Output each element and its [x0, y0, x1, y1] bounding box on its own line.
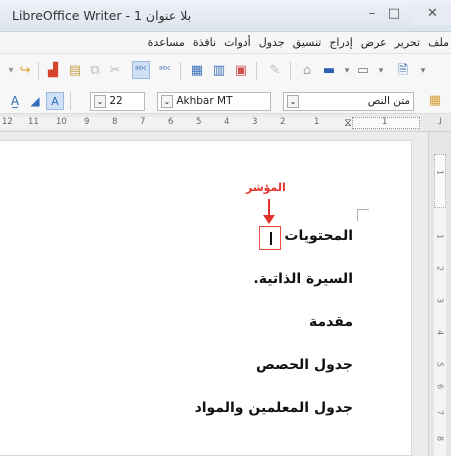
menu-view[interactable]: عرض — [361, 36, 387, 49]
new-document-icon[interactable]: 🗎 — [394, 62, 412, 80]
menu-format[interactable]: تنسيق — [293, 36, 322, 49]
tab-stop-icon[interactable]: ˩ — [437, 116, 442, 127]
chevron-down-icon[interactable]: ⌄ — [94, 94, 106, 108]
paragraph-style-combo[interactable]: متن النص ⌄ — [283, 92, 414, 111]
font-name-combo[interactable]: ⌄ Akhbar MT — [157, 92, 271, 111]
sidebar-icon[interactable]: ▦ — [426, 92, 444, 110]
document-line[interactable]: جدول الحصص — [256, 357, 353, 373]
formatting-toolbar: A̲ ◢ A ⌄ 22 ⌄ Akhbar MT متن النص ⌄ ▦ — [0, 88, 451, 114]
ruler-number: 3 — [252, 117, 258, 127]
margin-corner-mark — [357, 209, 369, 221]
new-dropdown-icon[interactable]: ▾ — [414, 62, 432, 80]
font-color-icon[interactable]: A̲ — [6, 92, 24, 110]
open-icon[interactable]: ▭ — [354, 62, 372, 80]
ruler-number: 1 — [382, 117, 388, 127]
font-size-value: 22 — [109, 95, 123, 107]
ruler-number: 10 — [56, 117, 67, 127]
chevron-down-icon[interactable]: ⌄ — [161, 94, 173, 108]
character-format-icon[interactable]: A — [46, 92, 64, 110]
ruler-number: 9 — [84, 117, 90, 127]
ruler-number: 4 — [224, 117, 230, 127]
ruler-number: 12 — [2, 117, 13, 127]
menu-table[interactable]: جدول — [259, 36, 285, 49]
document-line[interactable]: جدول المعلمين والمواد — [195, 400, 353, 416]
ruler-number: 8 — [112, 117, 118, 127]
cut-icon[interactable]: ✂ — [106, 62, 124, 80]
chevron-down-icon[interactable]: ⌄ — [287, 95, 299, 108]
vertical-ruler[interactable]: 1 1 2 3 4 5 6 7 8 — [428, 132, 451, 456]
edit-mode-icon[interactable]: ✎ — [266, 62, 284, 80]
autospellcheck-icon[interactable]: ᵃᵇᶜ — [132, 61, 150, 79]
document-line[interactable]: مقدمة — [309, 314, 353, 330]
vertical-ruler-number: 7 — [435, 409, 445, 416]
minimize-button[interactable]: – — [362, 3, 382, 25]
maximize-button[interactable]: □ — [384, 3, 404, 25]
vertical-ruler-number: 1 — [435, 169, 445, 176]
open-dropdown-icon[interactable]: ▾ — [372, 62, 390, 80]
save-icon[interactable]: ▬ — [320, 62, 338, 80]
vertical-ruler-number: 3 — [435, 297, 445, 304]
document-area: المؤشر المحتويات السيرة الذاتية. مقدمة ج… — [0, 132, 428, 456]
ruler-number: 1 — [314, 117, 320, 127]
cursor-annotation-label: المؤشر — [246, 181, 286, 194]
vertical-ruler-number: 8 — [435, 435, 445, 442]
redo-icon[interactable]: ↪ — [16, 62, 34, 80]
print-icon[interactable]: ▥ — [210, 62, 228, 80]
ruler-number: 2 — [280, 117, 286, 127]
highlight-color-icon[interactable]: ◢ — [26, 92, 44, 110]
print-preview-icon[interactable]: ▣ — [232, 62, 250, 80]
paste-icon[interactable]: ▤ — [66, 62, 84, 80]
toolbar-separator — [256, 62, 257, 80]
vertical-ruler-number: 2 — [435, 265, 445, 272]
vertical-ruler-margin — [434, 154, 446, 208]
arrow-head-icon — [263, 215, 275, 224]
vertical-ruler-number: 6 — [435, 383, 445, 390]
menu-tools[interactable]: أدوات — [224, 36, 251, 49]
menu-window[interactable]: نافذة — [193, 36, 216, 49]
clone-formatting-icon[interactable]: ▟ — [44, 62, 62, 80]
menu-insert[interactable]: إدراج — [329, 36, 352, 49]
text-cursor-highlight — [259, 226, 281, 250]
toolbar-separator — [180, 62, 181, 80]
export-pdf-icon[interactable]: ▦ — [188, 62, 206, 80]
title-bar: بلا عنوان 1 - LibreOffice Writer – □ ✕ — [0, 0, 451, 32]
ruler-number: 7 — [140, 117, 146, 127]
toolbar-separator — [70, 92, 71, 110]
document-page[interactable]: المؤشر المحتويات السيرة الذاتية. مقدمة ج… — [0, 140, 412, 456]
spelling-icon[interactable]: ᵃᵇᶜ — [156, 62, 174, 80]
vertical-ruler-number: 4 — [435, 329, 445, 336]
toolbar-separator — [38, 62, 39, 80]
email-icon[interactable]: ⌂ — [298, 62, 316, 80]
ruler-number: 6 — [168, 117, 174, 127]
close-button[interactable]: ✕ — [414, 3, 451, 25]
menu-edit[interactable]: تحرير — [395, 36, 420, 49]
indent-marker-icon[interactable]: ⧖ — [342, 116, 354, 129]
ruler-number: 11 — [28, 117, 39, 127]
font-name-value: Akhbar MT — [176, 95, 233, 107]
ruler-number: 5 — [196, 117, 202, 127]
paragraph-style-value: متن النص — [367, 95, 410, 107]
menu-file[interactable]: ملف — [428, 36, 449, 49]
window-title: بلا عنوان 1 - LibreOffice Writer — [12, 8, 192, 23]
text-cursor — [270, 232, 272, 245]
menu-help[interactable]: مساعدة — [148, 36, 185, 49]
font-size-combo[interactable]: ⌄ 22 — [90, 92, 145, 111]
document-line[interactable]: السيرة الذاتية. — [253, 271, 353, 287]
toolbar-separator — [290, 62, 291, 80]
menu-bar: ملف تحرير عرض إدراج تنسيق جدول أدوات ناف… — [0, 32, 451, 54]
vertical-ruler-number: 5 — [435, 361, 445, 368]
vertical-ruler-number: 1 — [435, 233, 445, 240]
standard-toolbar: ▾ ↪ ▟ ▤ ⧉ ✂ ᵃᵇᶜ ᵃᵇᶜ ▦ ▥ ▣ ✎ ⌂ ▬ ▾ ▭ ▾ 🗎 … — [0, 54, 451, 88]
document-line[interactable]: المحتويات — [284, 228, 353, 244]
horizontal-ruler[interactable]: 12 11 10 9 8 7 6 5 4 3 2 1 ⧖ 1 ˩ — [0, 114, 451, 132]
copy-icon[interactable]: ⧉ — [86, 62, 104, 80]
